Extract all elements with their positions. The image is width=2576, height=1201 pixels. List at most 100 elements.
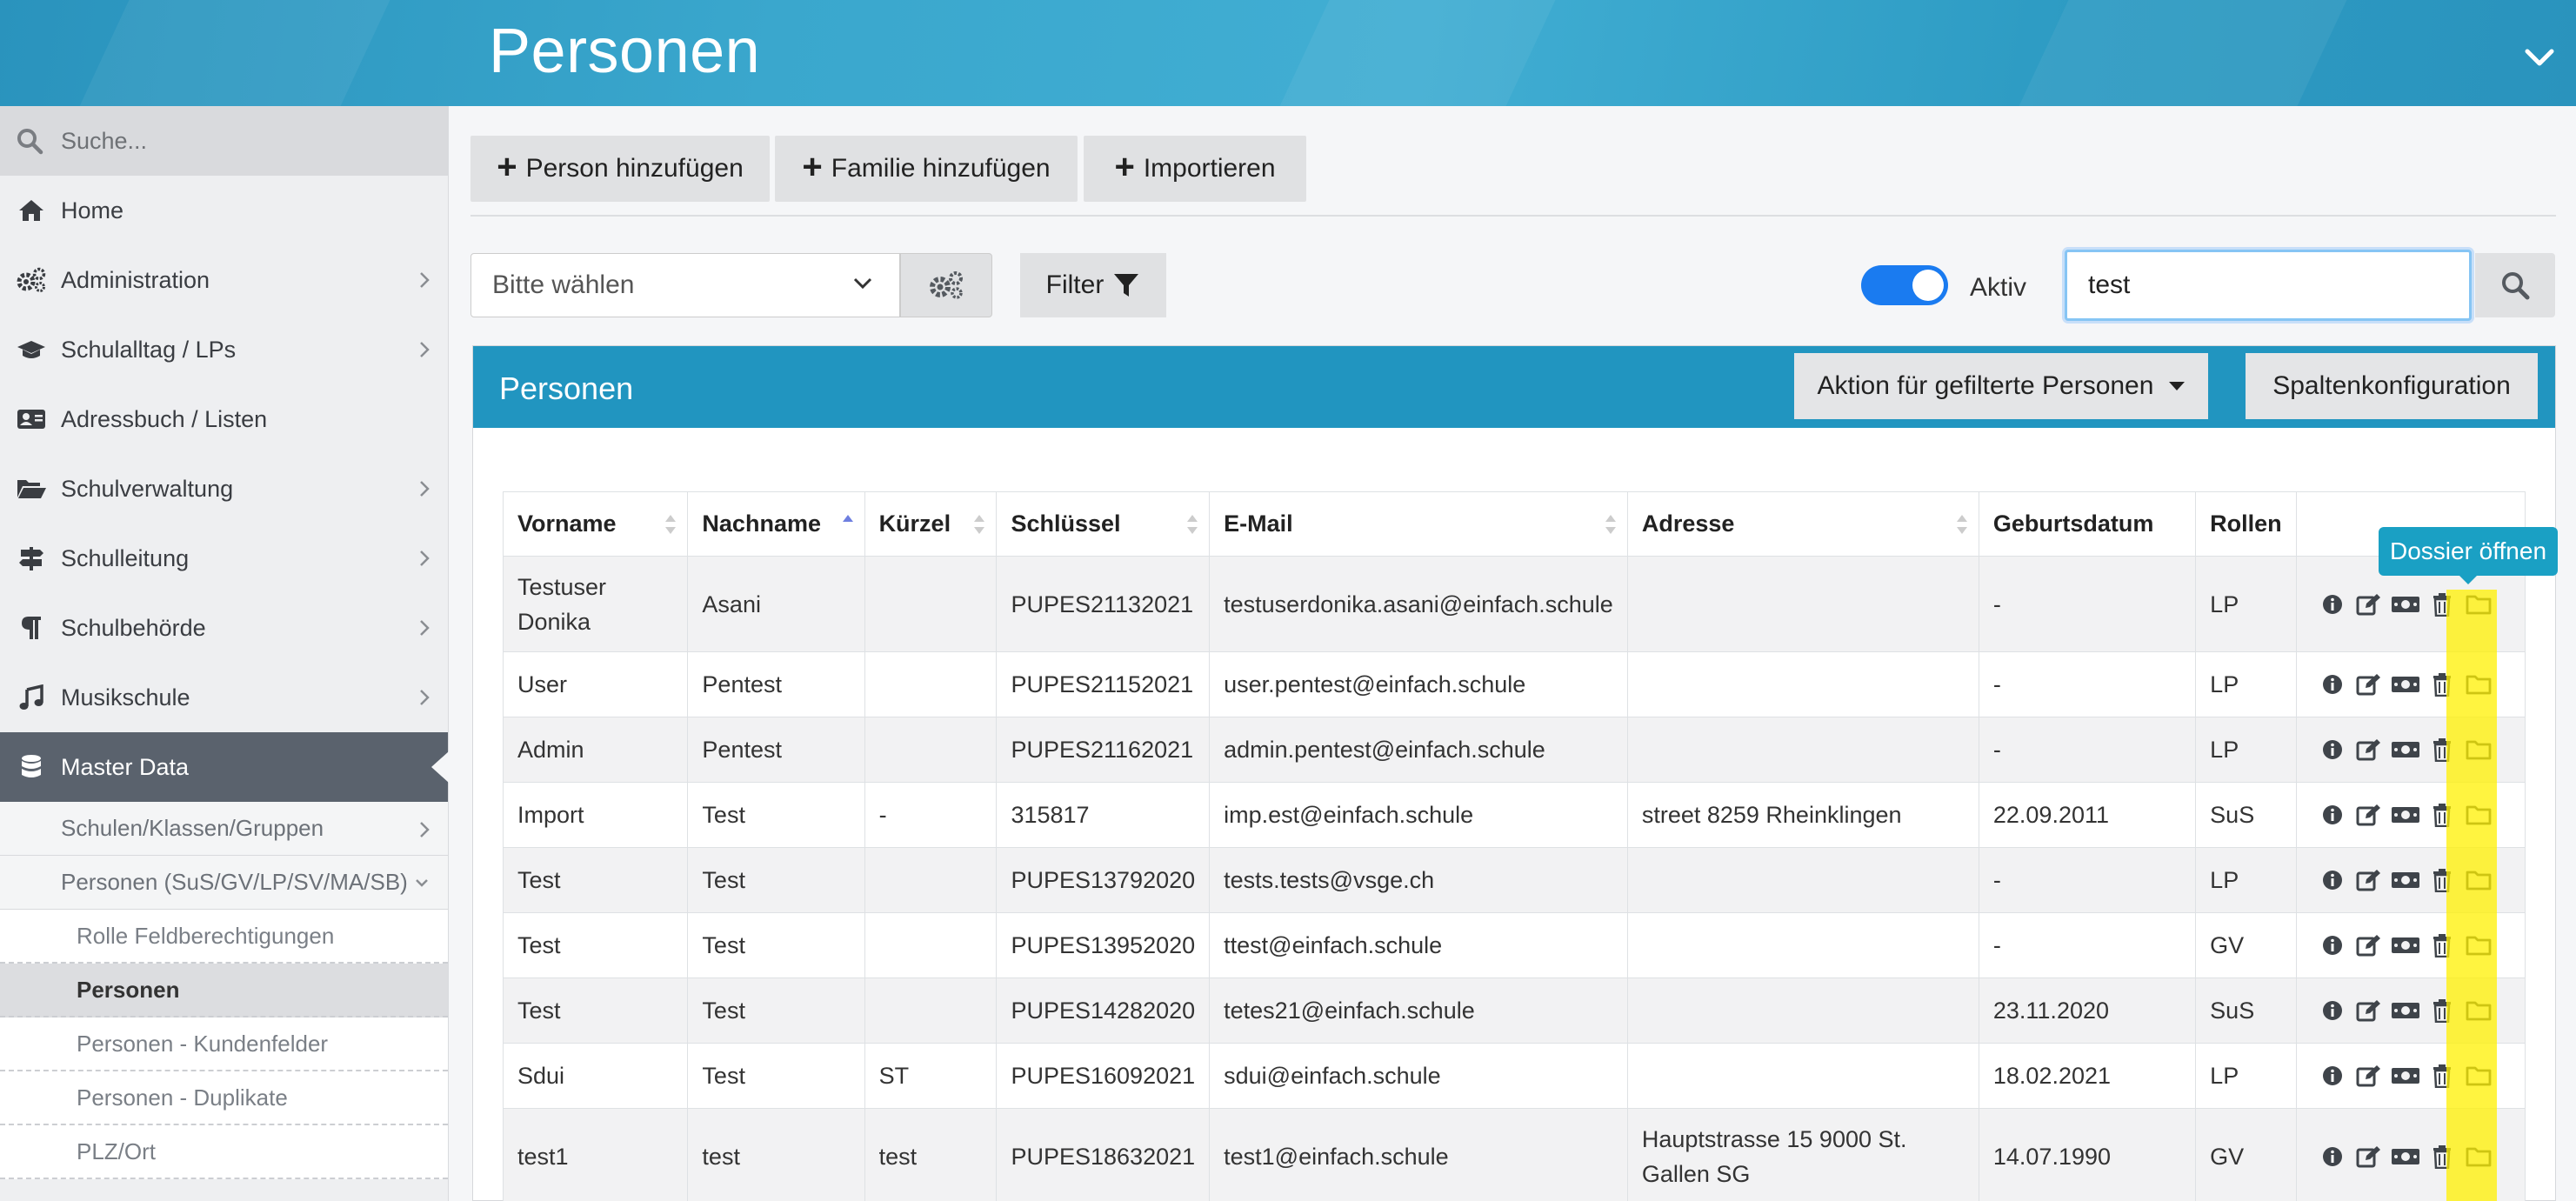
info-button[interactable] bbox=[2314, 667, 2351, 702]
table-row: Admin Pentest PUPES21162021 admin.pentest@e… bbox=[502, 717, 2526, 783]
import-button[interactable]: + Importieren bbox=[1084, 136, 1306, 202]
edit-icon bbox=[2356, 739, 2380, 761]
money-icon bbox=[2391, 1068, 2419, 1084]
column-header-adresse[interactable]: Adresse bbox=[1626, 491, 1979, 557]
sidebar-subitem-personen-group[interactable]: Personen (SuS/GV/LP/SV/MA/SB) bbox=[0, 856, 448, 910]
filter-button[interactable]: Filter bbox=[1020, 253, 1166, 317]
page-title: Personen bbox=[489, 17, 761, 86]
sidebar-item-adressbuch[interactable]: Adressbuch / Listen bbox=[0, 384, 448, 454]
sidebar-item-schulalltag[interactable]: Schulalltag / LPs bbox=[0, 315, 448, 384]
sidebar-link-personen-duplikate[interactable]: Personen - Duplikate bbox=[0, 1071, 448, 1125]
cell-geburtsdatum: - bbox=[1978, 912, 2197, 978]
sidebar-item-schulbehoerde[interactable]: Schulbehörde bbox=[0, 593, 448, 663]
graduation-cap-icon bbox=[16, 336, 47, 364]
database-icon bbox=[16, 753, 47, 781]
sidebar-item-label: Administration bbox=[61, 266, 210, 293]
payment-button[interactable] bbox=[2387, 1058, 2424, 1093]
payment-button[interactable] bbox=[2387, 732, 2424, 767]
sidebar-search-input[interactable] bbox=[61, 127, 426, 155]
info-button[interactable] bbox=[2314, 1139, 2351, 1174]
cell-adresse bbox=[1626, 912, 1979, 978]
payment-button[interactable] bbox=[2387, 667, 2424, 702]
payment-button[interactable] bbox=[2387, 1139, 2424, 1174]
table-row: Test Test PUPES14282020 tetes21@einfach.sch… bbox=[502, 977, 2526, 1044]
cell-kuerzel bbox=[864, 556, 998, 652]
edit-button[interactable] bbox=[2351, 1058, 2387, 1093]
sidebar-item-musikschule[interactable]: Musikschule bbox=[0, 663, 448, 732]
filter-settings-button[interactable] bbox=[900, 253, 992, 317]
sidebar-item-master-data[interactable]: Master Data bbox=[0, 732, 449, 802]
column-header-nachname[interactable]: Nachname bbox=[687, 491, 865, 557]
sidebar-search bbox=[0, 106, 448, 176]
sidebar-link-rolle-feldberechtigungen[interactable]: Rolle Feldberechtigungen bbox=[0, 910, 448, 964]
search-icon bbox=[2502, 272, 2530, 300]
add-family-button[interactable]: + Familie hinzufügen bbox=[775, 136, 1078, 202]
sidebar-item-administration[interactable]: Administration bbox=[0, 245, 448, 315]
sidebar: Home Administration Schulalltag / LPs Ad… bbox=[0, 106, 449, 1201]
cell-kuerzel: ST bbox=[864, 1043, 998, 1109]
filtered-action-dropdown[interactable]: Aktion für gefilterte Personen bbox=[1794, 353, 2208, 419]
search-button[interactable] bbox=[2475, 253, 2555, 317]
sidebar-item-label: Musikschule bbox=[61, 684, 190, 711]
edit-button[interactable] bbox=[2351, 1139, 2387, 1174]
info-button[interactable] bbox=[2314, 587, 2351, 622]
table-row: Test Test PUPES13952020 ttest@einfach.schul… bbox=[502, 912, 2526, 978]
info-button[interactable] bbox=[2314, 993, 2351, 1028]
sidebar-subitem-schulen[interactable]: Schulen/Klassen/Gruppen bbox=[0, 802, 448, 856]
cell-schluessel: PUPES13952020 bbox=[996, 912, 1211, 978]
edit-icon bbox=[2356, 1000, 2380, 1022]
info-icon bbox=[2322, 1001, 2342, 1020]
column-header-vorname[interactable]: Vorname bbox=[502, 491, 689, 557]
sidebar-item-schulverwaltung[interactable]: Schulverwaltung bbox=[0, 454, 448, 524]
info-button[interactable] bbox=[2314, 863, 2351, 897]
panel-title: Personen bbox=[499, 370, 634, 406]
edit-button[interactable] bbox=[2351, 993, 2387, 1028]
column-header-schluessel[interactable]: Schlüssel bbox=[996, 491, 1211, 557]
add-person-button[interactable]: + Person hinzufügen bbox=[470, 136, 770, 202]
cell-email: user.pentest@einfach.schule bbox=[1209, 651, 1628, 717]
payment-button[interactable] bbox=[2387, 993, 2424, 1028]
cell-vorname: Test bbox=[502, 977, 689, 1044]
highlight-overlay bbox=[2446, 590, 2497, 1201]
edit-button[interactable] bbox=[2351, 863, 2387, 897]
payment-button[interactable] bbox=[2387, 928, 2424, 963]
dossier-tooltip: Dossier öffnen bbox=[2379, 527, 2558, 584]
gears-icon bbox=[930, 271, 963, 299]
column-config-button[interactable]: Spaltenkonfiguration bbox=[2246, 353, 2538, 419]
sort-icon bbox=[665, 515, 677, 534]
info-button[interactable] bbox=[2314, 732, 2351, 767]
sidebar-link-personen-kundenfelder[interactable]: Personen - Kundenfelder bbox=[0, 1018, 448, 1071]
cell-schluessel: PUPES18632021 bbox=[996, 1108, 1211, 1201]
cell-rollen: GV bbox=[2195, 912, 2297, 978]
column-header-rollen[interactable]: Rollen bbox=[2195, 491, 2297, 557]
edit-button[interactable] bbox=[2351, 667, 2387, 702]
payment-button[interactable] bbox=[2387, 863, 2424, 897]
filter-select[interactable]: Bitte wählen bbox=[470, 253, 900, 317]
info-button[interactable] bbox=[2314, 928, 2351, 963]
active-toggle[interactable] bbox=[1861, 265, 1948, 305]
payment-button[interactable] bbox=[2387, 797, 2424, 832]
chevron-down-icon[interactable] bbox=[2522, 40, 2557, 75]
payment-button[interactable] bbox=[2387, 587, 2424, 622]
info-button[interactable] bbox=[2314, 1058, 2351, 1093]
chevron-right-icon bbox=[420, 620, 430, 636]
edit-button[interactable] bbox=[2351, 797, 2387, 832]
chevron-right-icon bbox=[420, 690, 430, 705]
cell-kuerzel: - bbox=[864, 782, 998, 848]
person-search-input[interactable] bbox=[2065, 250, 2472, 321]
info-button[interactable] bbox=[2314, 797, 2351, 832]
sidebar-item-home[interactable]: Home bbox=[0, 176, 448, 245]
sidebar-item-schulleitung[interactable]: Schulleitung bbox=[0, 524, 448, 593]
cell-kuerzel bbox=[864, 977, 998, 1044]
sidebar-link-plz-ort[interactable]: PLZ/Ort bbox=[0, 1125, 448, 1179]
column-header-kuerzel[interactable]: Kürzel bbox=[864, 491, 998, 557]
sidebar-link-personen[interactable]: Personen bbox=[0, 964, 448, 1018]
edit-button[interactable] bbox=[2351, 587, 2387, 622]
edit-button[interactable] bbox=[2351, 928, 2387, 963]
edit-button[interactable] bbox=[2351, 732, 2387, 767]
cell-email: ttest@einfach.schule bbox=[1209, 912, 1628, 978]
column-header-email[interactable]: E-Mail bbox=[1209, 491, 1628, 557]
column-header-geburtsdatum[interactable]: Geburtsdatum bbox=[1978, 491, 2197, 557]
sidebar-item-label: Schulalltag / LPs bbox=[61, 336, 237, 363]
sort-icon bbox=[1956, 515, 1967, 534]
